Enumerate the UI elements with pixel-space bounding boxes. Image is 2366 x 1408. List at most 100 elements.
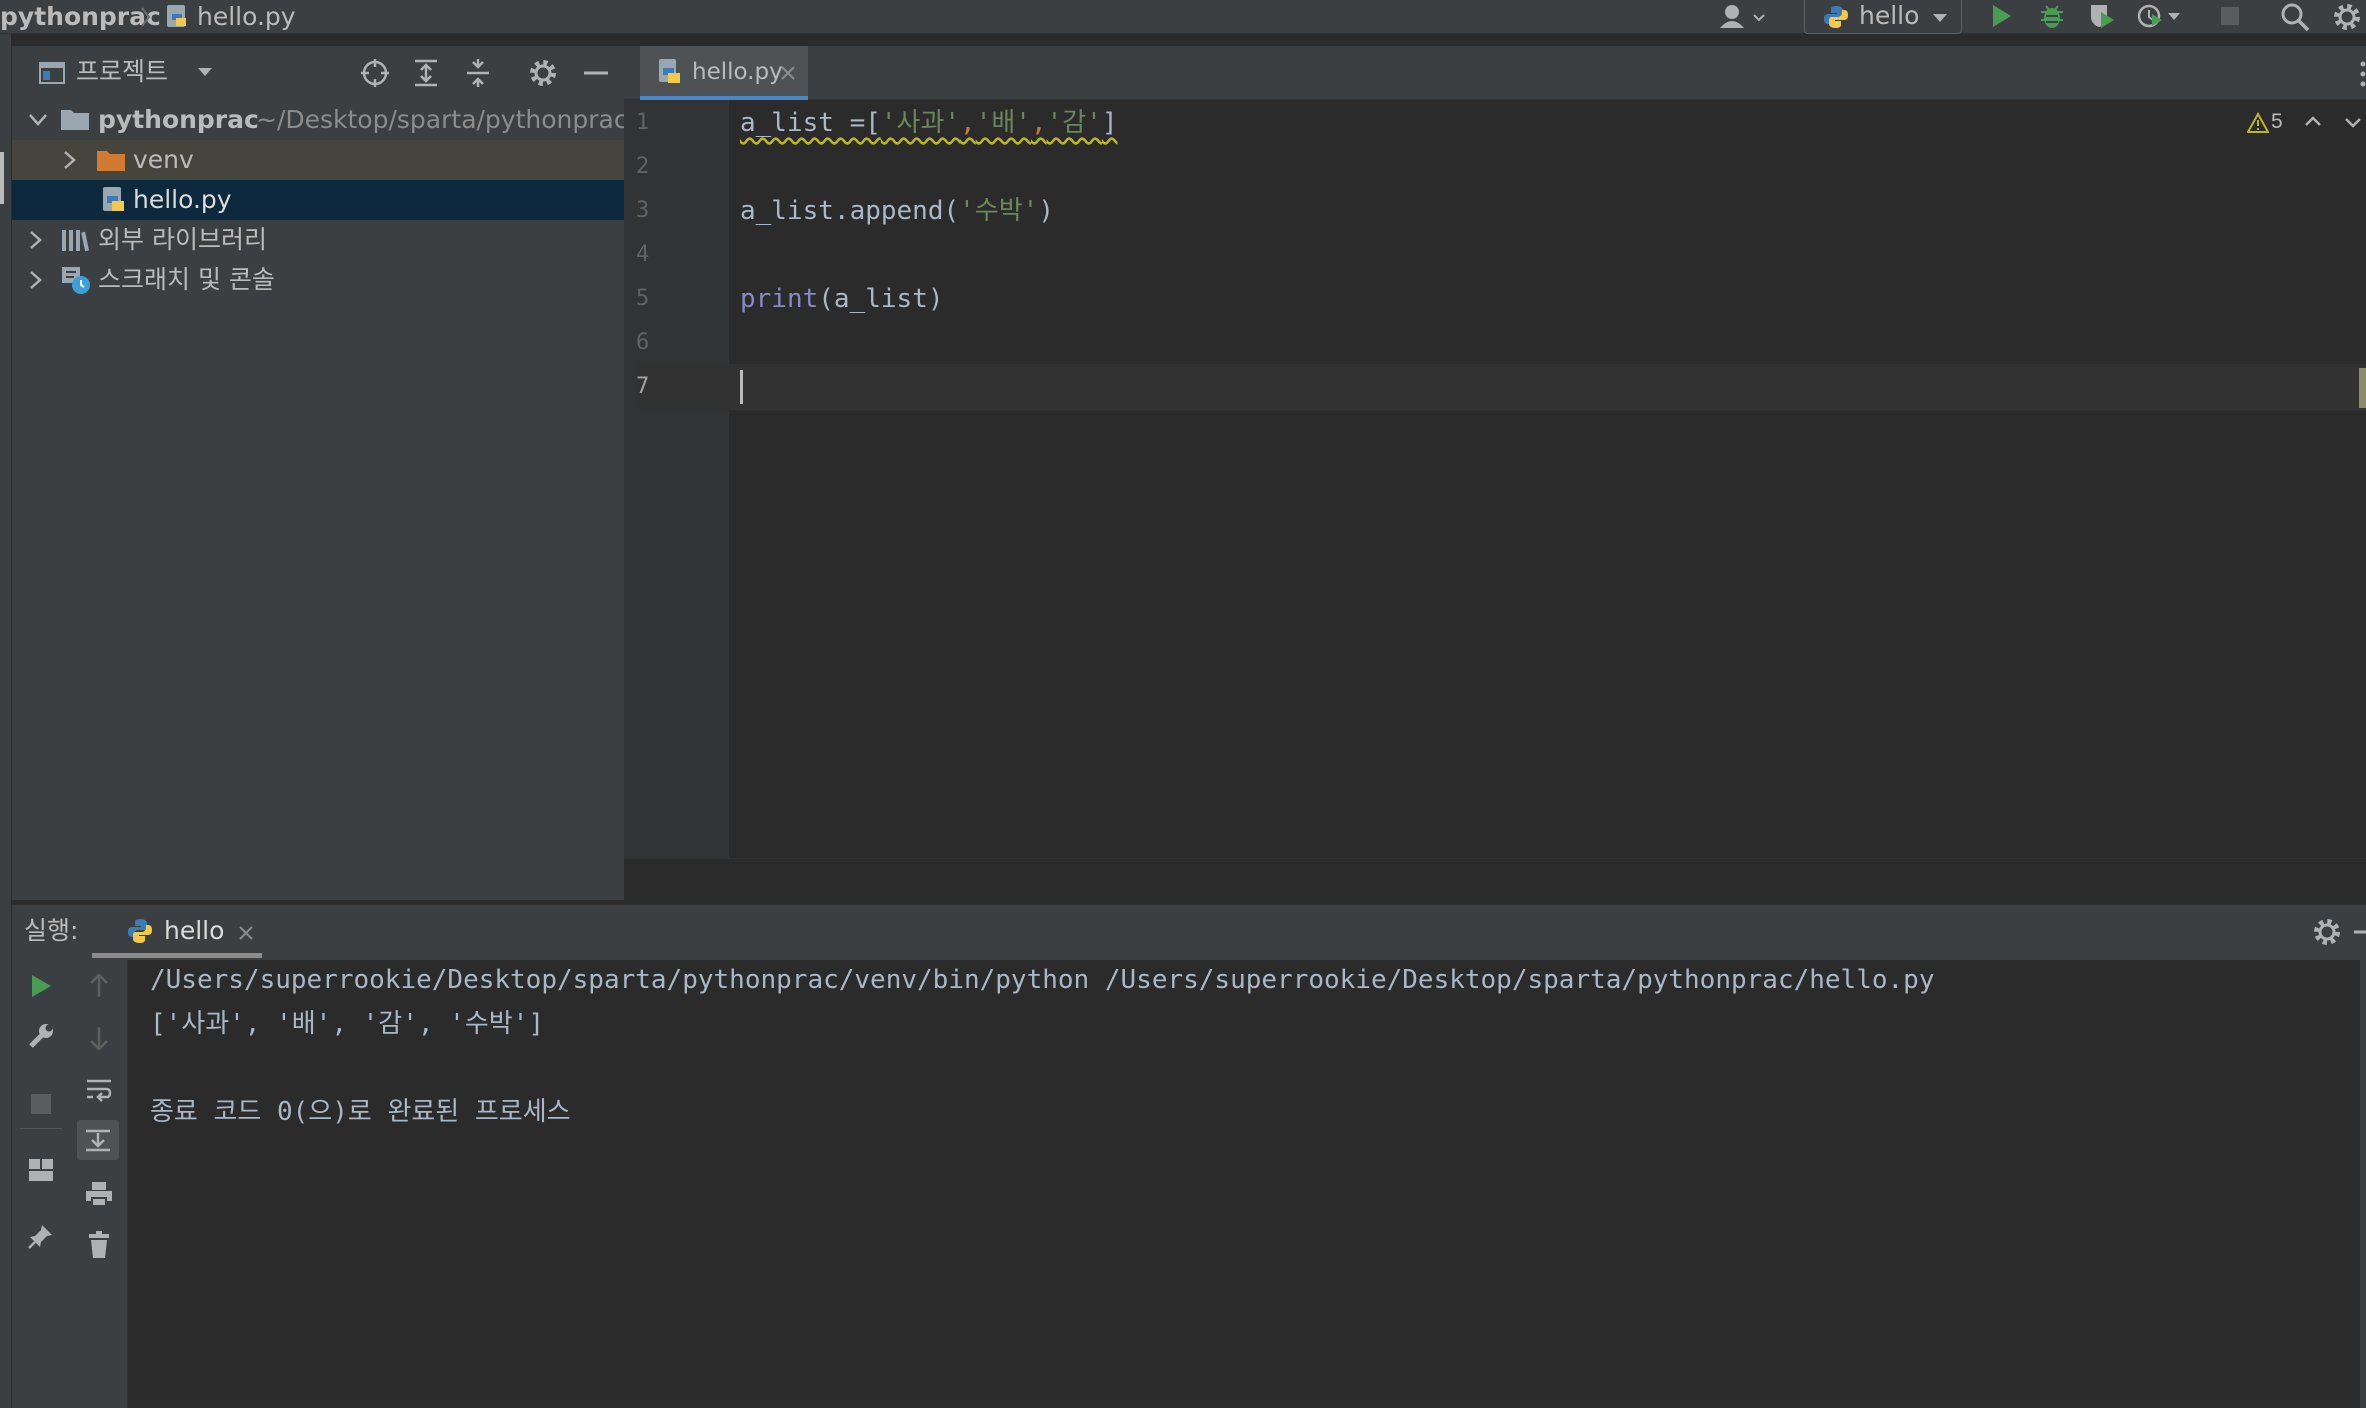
run-config-label: hello <box>1859 1 1920 30</box>
run-config-selector[interactable]: hello <box>1804 0 1962 34</box>
line-number: 3 <box>636 198 650 223</box>
python-file-icon <box>164 4 190 30</box>
library-icon <box>60 227 90 253</box>
run-icon[interactable] <box>1988 2 2014 30</box>
chevron-down-icon[interactable] <box>28 112 48 128</box>
line-number: 2 <box>636 154 650 179</box>
scroll-to-end-icon <box>83 1126 113 1154</box>
more-tabs-icon[interactable] <box>2360 60 2366 88</box>
tree-item-external-libraries[interactable]: 외부 라이브러리 <box>12 220 624 260</box>
pin-icon[interactable] <box>27 1222 55 1250</box>
soft-wrap-icon[interactable] <box>84 1076 114 1104</box>
console-scrollbar[interactable] <box>2360 960 2366 1408</box>
console-line: 종료 코드 0(으)로 완료된 프로세스 <box>150 1097 571 1127</box>
stop-icon[interactable] <box>2218 4 2242 28</box>
debug-icon[interactable] <box>2038 2 2066 30</box>
code-token: , <box>1030 108 1047 138</box>
close-icon[interactable] <box>238 925 254 941</box>
line-number-gutter: 1 2 3 4 5 6 7 <box>624 100 741 858</box>
python-file-icon <box>100 186 128 214</box>
chevron-right-icon[interactable] <box>28 270 44 290</box>
code-string: '감' <box>1046 108 1102 138</box>
scratch-icon <box>60 265 92 295</box>
python-icon <box>1823 4 1849 30</box>
chevron-right-icon[interactable] <box>28 230 44 250</box>
arrow-down-icon[interactable] <box>86 1024 112 1052</box>
line-number: 6 <box>636 330 650 355</box>
left-tool-strip <box>0 34 12 1408</box>
project-window-icon <box>38 60 66 86</box>
locate-file-icon[interactable] <box>360 58 390 88</box>
arrow-up-icon[interactable] <box>86 972 112 1000</box>
code-token: a_list.append( <box>740 196 960 226</box>
close-icon[interactable] <box>780 65 796 81</box>
project-panel-title[interactable]: 프로젝트 <box>76 46 168 98</box>
folder-icon <box>60 106 90 132</box>
breadcrumb-project[interactable]: pythonprac <box>0 0 161 34</box>
editor-tab-hello-py[interactable]: hello.py <box>640 46 808 101</box>
python-file-icon <box>656 58 682 86</box>
chevron-down-icon[interactable] <box>196 66 214 78</box>
layout-icon[interactable] <box>27 1156 55 1184</box>
stop-icon[interactable] <box>29 1092 53 1116</box>
tree-item-label: 스크래치 및 콘솔 <box>98 265 275 294</box>
editor-scrollbar-marker[interactable] <box>2359 368 2366 408</box>
warning-count: 5 <box>2271 110 2283 133</box>
code-token: ] <box>1101 108 1118 138</box>
active-tab-underline <box>92 953 262 958</box>
expand-all-icon[interactable] <box>412 58 440 88</box>
folder-icon <box>96 147 126 173</box>
wrench-icon[interactable] <box>27 1022 55 1050</box>
gear-icon[interactable] <box>528 58 558 88</box>
code-line-5: print(a_list) <box>740 279 944 319</box>
run-toolbar-primary <box>12 960 70 1408</box>
settings-gear-icon[interactable] <box>2332 2 2362 32</box>
code-line-1: a_list =['사과','배','감'] <box>740 103 1117 143</box>
breadcrumb-separator-icon <box>140 6 152 28</box>
tree-item-root[interactable]: pythonprac ~/Desktop/sparta/pythonprac <box>12 100 628 140</box>
collapse-all-icon[interactable] <box>464 58 492 88</box>
hide-panel-icon[interactable] <box>582 58 610 88</box>
previous-highlight-icon[interactable] <box>2303 112 2323 132</box>
hide-panel-icon[interactable] <box>2354 917 2366 947</box>
editor-bottom-area <box>624 858 2366 904</box>
code-line-3: a_list.append('수박') <box>740 191 1054 231</box>
code-editor[interactable]: a_list =['사과','배','감'] a_list.append('수박… <box>729 100 2366 858</box>
profile-icon[interactable] <box>2136 2 2184 30</box>
breadcrumb-file[interactable]: hello.py <box>197 0 296 34</box>
project-tree: pythonprac ~/Desktop/sparta/pythonprac v… <box>12 100 628 900</box>
code-string: '사과' <box>880 108 961 138</box>
tree-item-scratches[interactable]: 스크래치 및 콘솔 <box>12 260 624 300</box>
line-number: 4 <box>636 242 650 267</box>
run-panel-label: 실행: <box>24 916 79 945</box>
gear-icon[interactable] <box>2312 917 2342 947</box>
next-highlight-icon[interactable] <box>2343 112 2363 132</box>
console-line: ['사과', '배', '감', '수박'] <box>150 1009 544 1039</box>
run-toolbar-secondary <box>70 960 128 1408</box>
rerun-icon[interactable] <box>28 972 54 1000</box>
coverage-icon[interactable] <box>2088 2 2116 30</box>
line-number-current: 7 <box>636 364 741 410</box>
chevron-down-icon <box>1931 12 1949 24</box>
run-tab-hello[interactable]: hello <box>92 905 262 961</box>
tree-root-path: ~/Desktop/sparta/pythonprac <box>256 105 628 134</box>
account-icon[interactable] <box>1716 2 1768 32</box>
code-builtin: print <box>740 284 819 314</box>
chevron-right-icon[interactable] <box>62 150 78 170</box>
run-console-output[interactable]: /Users/superrookie/Desktop/sparta/python… <box>128 960 2366 1408</box>
tree-item-venv[interactable]: venv <box>12 140 624 180</box>
code-token: , <box>960 108 976 138</box>
line-number: 5 <box>636 286 650 311</box>
navigation-bar: pythonprac hello.py hello <box>0 0 2366 34</box>
print-icon[interactable] <box>84 1180 114 1208</box>
tool-strip-indicator <box>0 152 4 204</box>
scroll-to-end-button[interactable] <box>77 1120 119 1160</box>
trash-icon[interactable] <box>85 1230 113 1260</box>
warning-icon[interactable] <box>2247 112 2269 134</box>
run-panel-header: 실행: hello <box>12 904 2366 960</box>
search-icon[interactable] <box>2280 2 2310 32</box>
tree-item-hello-py[interactable]: hello.py <box>12 180 624 220</box>
code-token: (a_list) <box>818 284 944 314</box>
console-line: /Users/superrookie/Desktop/sparta/python… <box>150 965 1935 995</box>
tree-root-name: pythonprac <box>98 105 259 134</box>
